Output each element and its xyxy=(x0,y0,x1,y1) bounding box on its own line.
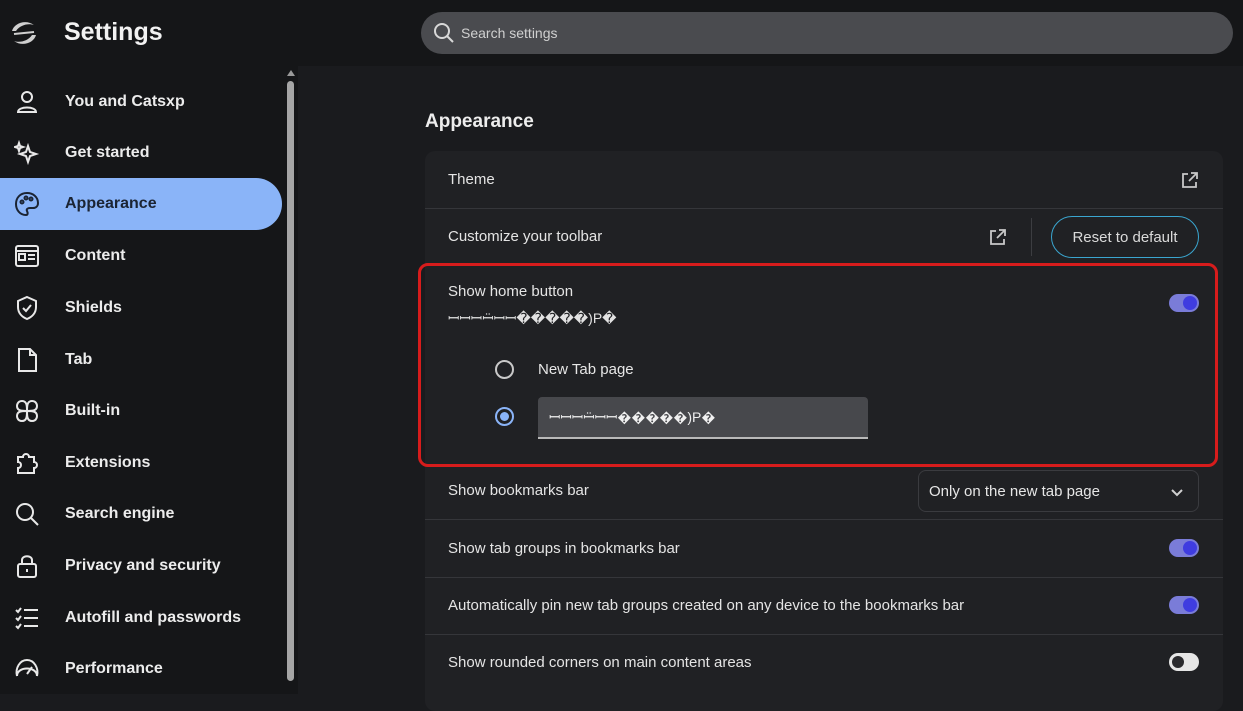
top-bar: Settings xyxy=(0,0,1243,66)
divider xyxy=(425,519,1223,520)
lock-icon xyxy=(14,553,40,579)
toggle-knob xyxy=(1172,656,1184,668)
clover-icon xyxy=(14,398,40,424)
scroll-up-arrow-icon[interactable] xyxy=(287,70,295,76)
magnifier-icon xyxy=(14,501,40,527)
theme-row[interactable]: Theme xyxy=(425,151,1223,208)
bookmarks-bar-label: Show bookmarks bar xyxy=(448,482,589,499)
sidebar-item-performance[interactable]: Performance xyxy=(0,643,282,695)
sidebar-item-tab[interactable]: Tab xyxy=(0,334,282,386)
sidebar-item-extensions[interactable]: Extensions xyxy=(0,437,282,489)
auto-pin-toggle[interactable] xyxy=(1169,596,1199,614)
content-page-icon xyxy=(14,243,40,269)
sidebar-scrollbar[interactable] xyxy=(285,66,297,694)
tab-groups-row: Show tab groups in bookmarks bar xyxy=(425,540,1223,560)
sidebar-item-privacy-and-security[interactable]: Privacy and security xyxy=(0,540,282,592)
sidebar-item-label: Search engine xyxy=(65,505,175,522)
rounded-corners-row: Show rounded corners on main content are… xyxy=(425,654,1223,674)
sidebar-item-label: You and Catsxp xyxy=(65,93,185,110)
rounded-corners-label: Show rounded corners on main content are… xyxy=(448,654,752,671)
divider xyxy=(425,634,1223,635)
divider xyxy=(425,577,1223,578)
sidebar-item-label: Tab xyxy=(65,351,93,368)
tab-groups-label: Show tab groups in bookmarks bar xyxy=(448,540,680,557)
sidebar: You and Catsxp Get started Appearance Co… xyxy=(0,66,298,694)
bookmarks-bar-selected-value: Only on the new tab page xyxy=(929,483,1100,500)
auto-pin-label: Automatically pin new tab groups created… xyxy=(448,597,965,614)
theme-label: Theme xyxy=(448,171,495,188)
search-icon xyxy=(433,22,455,44)
app-title: Settings xyxy=(64,18,163,46)
search-bar[interactable] xyxy=(421,12,1233,54)
sidebar-item-built-in[interactable]: Built-in xyxy=(0,385,282,437)
customize-toolbar-label: Customize your toolbar xyxy=(448,228,603,245)
bookmarks-bar-select[interactable]: Only on the new tab page xyxy=(918,470,1199,512)
sidebar-item-search-engine[interactable]: Search engine xyxy=(0,488,282,540)
speedometer-icon xyxy=(14,656,40,682)
toggle-knob xyxy=(1183,598,1197,612)
sidebar-item-label: Built-in xyxy=(65,402,121,419)
person-icon xyxy=(14,89,40,115)
sidebar-item-shields[interactable]: Shields xyxy=(0,282,282,334)
sidebar-item-label: Autofill and passwords xyxy=(65,609,242,626)
document-icon xyxy=(14,347,40,373)
sidebar-item-label: Get started xyxy=(65,144,150,161)
external-link-icon[interactable] xyxy=(1180,170,1200,190)
sidebar-item-label: Privacy and security xyxy=(65,557,221,574)
sidebar-item-label: Appearance xyxy=(65,195,157,212)
sidebar-item-you-and-catsxp[interactable]: You and Catsxp xyxy=(0,76,282,128)
reset-to-default-button[interactable]: Reset to default xyxy=(1051,216,1199,258)
browser-logo-icon xyxy=(8,17,40,49)
sidebar-item-label: Shields xyxy=(65,299,122,316)
sidebar-item-content[interactable]: Content xyxy=(0,230,282,282)
chevron-down-icon xyxy=(1169,484,1185,500)
rounded-corners-toggle[interactable] xyxy=(1169,653,1199,671)
vertical-separator xyxy=(1031,218,1032,256)
sidebar-item-get-started[interactable]: Get started xyxy=(0,127,282,179)
highlight-box xyxy=(418,263,1218,467)
shield-check-icon xyxy=(14,295,40,321)
sidebar-item-autofill-and-passwords[interactable]: Autofill and passwords xyxy=(0,592,282,644)
sidebar-item-label: Extensions xyxy=(65,454,151,471)
external-link-icon[interactable] xyxy=(988,227,1008,247)
search-input[interactable] xyxy=(461,12,1221,54)
tab-groups-toggle[interactable] xyxy=(1169,539,1199,557)
sidebar-item-label: Performance xyxy=(65,660,163,677)
sparkle-stars-icon xyxy=(11,139,40,166)
sidebar-item-label: Content xyxy=(65,247,126,264)
scroll-thumb[interactable] xyxy=(287,81,294,681)
puzzle-icon xyxy=(14,450,40,476)
auto-pin-row: Automatically pin new tab groups created… xyxy=(425,597,1223,617)
section-title: Appearance xyxy=(425,111,534,132)
palette-icon xyxy=(14,191,40,217)
sidebar-item-appearance[interactable]: Appearance xyxy=(0,178,282,230)
list-check-icon xyxy=(14,605,40,631)
toggle-knob xyxy=(1183,541,1197,555)
